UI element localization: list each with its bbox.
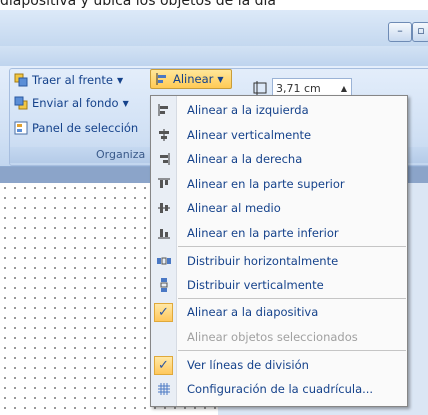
menu-item-grid-settings[interactable]: Configuración de la cuadrícula... [151,377,407,401]
menu-item-label: Alinear a la izquierda [187,103,309,117]
menu-item-align-left[interactable]: Alinear a la izquierda [151,98,407,122]
menu-item-align-selected-objects: Alinear objetos seleccionados [151,325,407,349]
alinear-button[interactable]: Alinear ▼ [150,69,232,89]
menu-item-distribute-vertical[interactable]: Distribuir verticalmente [151,273,407,297]
checkmark-icon: ✓ [154,302,173,322]
align-center-icon [151,123,176,147]
menu-item-label: Distribuir horizontalmente [187,254,339,268]
traer-label: Traer al frente [32,73,113,87]
align-top-icon [151,172,176,196]
menu-item-align-middle[interactable]: Alinear al medio [151,196,407,220]
chevron-down-icon: ▼ [217,74,224,84]
ribbon-tabs-band [0,46,428,66]
menu-item-label: Alinear objetos seleccionados [187,330,358,344]
menu-item-check-slot: ✓ [151,353,176,377]
restore-icon: ▫ [417,24,425,37]
menu-item-label: Alinear en la parte superior [187,177,345,191]
group-label: Organiza [96,148,146,161]
menu-item-label: Distribuir verticalmente [187,278,324,292]
menu-item-label: Alinear a la derecha [187,152,303,166]
menu-separator [178,350,406,351]
menu-item-align-right[interactable]: Alinear a la derecha [151,147,407,171]
minimize-icon: – [397,24,403,37]
menu-item-align-top[interactable]: Alinear en la parte superior [151,172,407,196]
menu-item-label: Alinear verticalmente [187,128,312,142]
checkmark-icon: ✓ [154,355,173,375]
menu-separator [178,246,406,247]
align-left-icon [155,72,169,86]
selection-pane-icon [14,121,28,135]
menu-item-label: Ver líneas de división [187,358,309,372]
menu-item-label: Alinear a la diapositiva [187,305,319,319]
menu-separator [178,298,406,299]
enviar-label: Enviar al fondo [32,96,119,110]
minimize-button[interactable]: – [388,22,412,42]
panel-label: Panel de selección [32,121,139,135]
menu-item-icon-slot [151,325,176,349]
send-to-back-icon [14,96,28,110]
alinear-label: Alinear [173,72,214,86]
align-left-icon [151,98,176,122]
width-value: 3,71 cm [276,82,321,95]
align-right-icon [151,147,176,171]
distribute-horizontal-icon [151,249,176,273]
title-bar: – ▫ [0,10,428,46]
menu-item-label: Alinear al medio [187,201,281,215]
distribute-vertical-icon [151,273,176,297]
menu-item-distribute-horizontal[interactable]: Distribuir horizontalmente [151,249,407,273]
menu-item-align-bottom[interactable]: Alinear en la parte inferior [151,221,407,245]
menu-item-align-to-slide[interactable]: ✓ Alinear a la diapositiva [151,300,407,324]
menu-item-align-center[interactable]: Alinear verticalmente [151,123,407,147]
align-middle-icon [151,196,176,220]
chevron-down-icon: ▼ [116,75,124,85]
align-bottom-icon [151,221,176,245]
menu-item-view-gridlines[interactable]: ✓ Ver líneas de división [151,353,407,377]
menu-item-label: Alinear en la parte inferior [187,226,339,240]
alinear-dropdown-menu: Alinear a la izquierda Alinear verticalm… [150,95,408,407]
enviar-al-fondo-button[interactable]: Enviar al fondo ▼ [14,96,129,110]
bring-to-front-icon [14,73,28,87]
restore-button[interactable]: ▫ [412,22,428,42]
traer-al-frente-button[interactable]: Traer al frente ▼ [14,73,123,87]
grid-icon [151,377,176,401]
chevron-down-icon: ▼ [122,98,129,108]
menu-item-label: Configuración de la cuadrícula... [187,382,374,396]
menu-item-check-slot: ✓ [151,300,176,324]
panel-seleccion-button[interactable]: Panel de selección [14,121,138,135]
